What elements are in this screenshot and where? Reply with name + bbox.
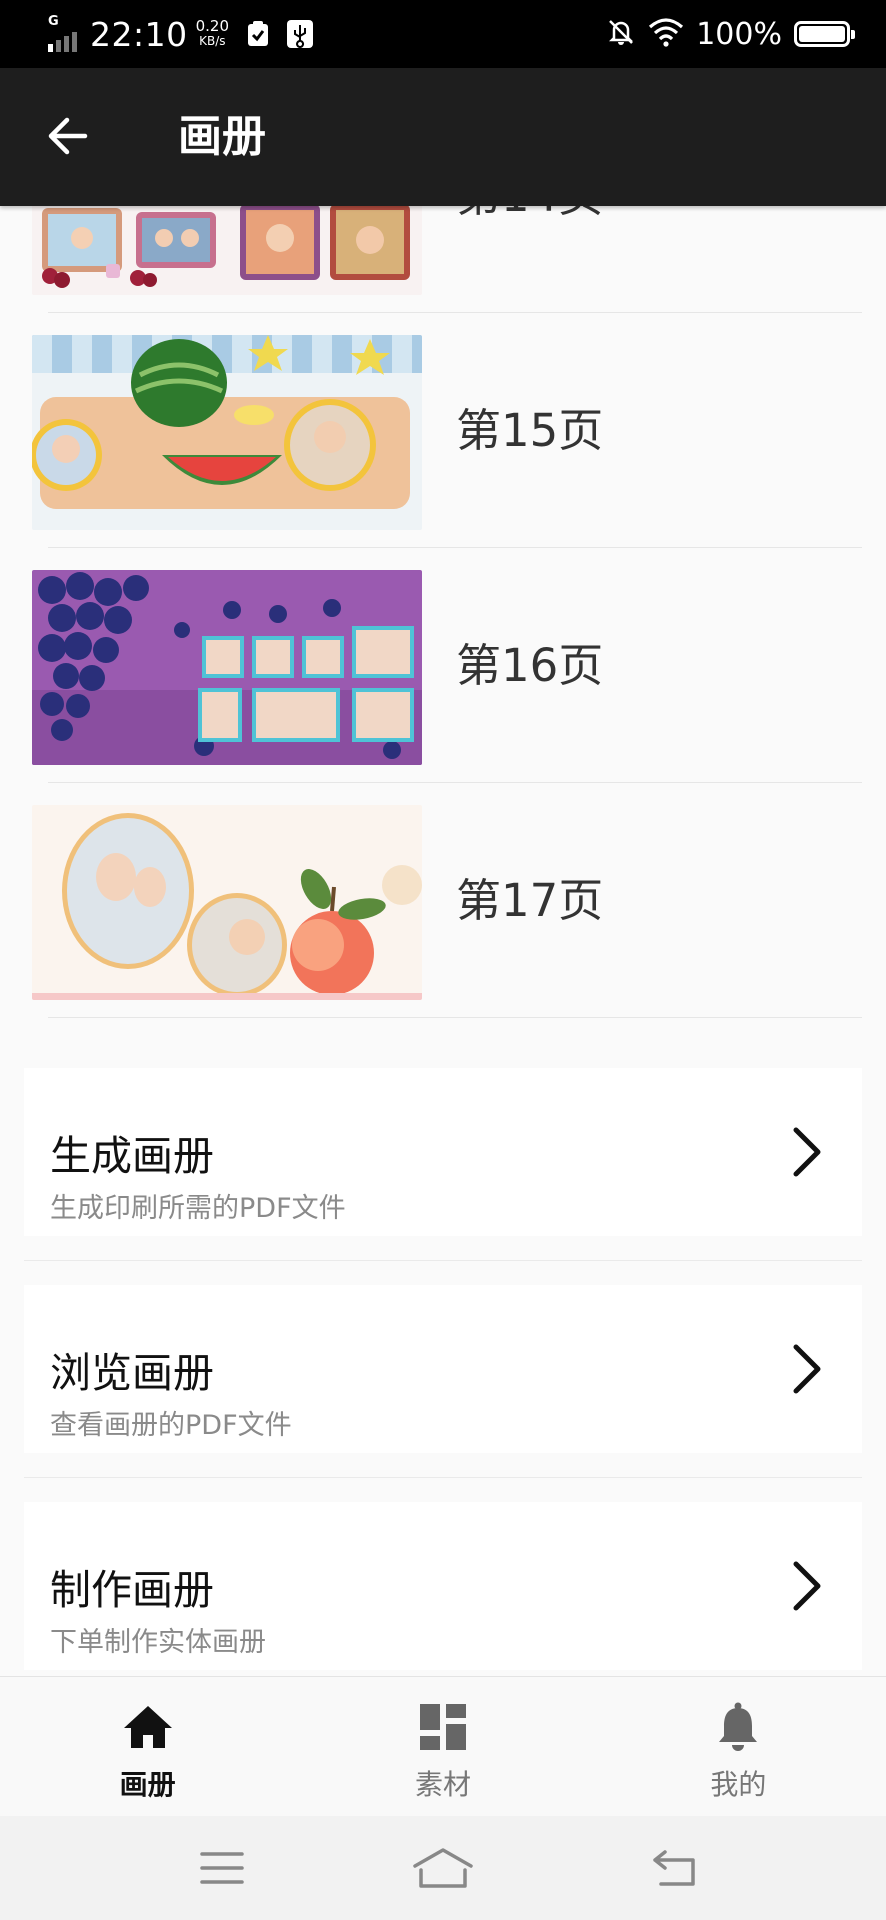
page-item[interactable]: 第15页 — [0, 313, 886, 548]
generate-album-button[interactable]: 生成画册 生成印刷所需的PDF文件 — [24, 1068, 862, 1236]
menu-button[interactable] — [177, 1838, 267, 1898]
bottom-nav: 画册 素材 我的 — [0, 1676, 886, 1816]
page-item[interactable]: 第16页 — [0, 548, 886, 783]
page-thumbnail — [32, 570, 422, 765]
divider — [48, 1017, 862, 1018]
network-type: G — [48, 14, 59, 29]
battery-icon — [794, 21, 855, 47]
back-button[interactable] — [34, 103, 100, 169]
nav-label: 我的 — [710, 1768, 767, 1801]
speed-unit: KB/s — [199, 34, 226, 48]
nav-album[interactable]: 画册 — [0, 1677, 295, 1816]
nav-label: 画册 — [119, 1768, 176, 1801]
make-album-button[interactable]: 制作画册 下单制作实体画册 — [24, 1502, 862, 1670]
status-bar: G 22:10 0.20 KB/s 100% — [0, 0, 886, 68]
battery-percent: 100% — [696, 16, 782, 52]
app-bar: 画册 — [0, 68, 886, 206]
nav-materials[interactable]: 素材 — [295, 1677, 590, 1816]
page-item[interactable]: 第17页 — [0, 783, 886, 1018]
network-speed: 0.20 KB/s — [196, 19, 229, 49]
divider — [24, 1236, 862, 1285]
browse-album-button[interactable]: 浏览画册 查看画册的PDF文件 — [24, 1285, 862, 1453]
home-outline-icon — [413, 1848, 473, 1888]
arrow-left-icon — [48, 117, 88, 155]
album-content[interactable]: 第14页 — [0, 206, 886, 1676]
mute-bell-icon — [606, 17, 636, 51]
menu-icon — [200, 1852, 244, 1884]
album-actions: 生成画册 生成印刷所需的PDF文件 浏览画册 查看画册的PDF文件 制作画册 下… — [0, 1068, 886, 1670]
clock: 22:10 — [90, 14, 188, 54]
page-list: 第14页 — [0, 206, 886, 1018]
divider — [24, 1453, 862, 1502]
action-subtitle: 下单制作实体画册 — [50, 1627, 266, 1658]
page-title: 画册 — [178, 111, 266, 162]
page-label: 第16页 — [456, 639, 604, 692]
action-title: 生成画册 — [50, 1132, 214, 1180]
action-subtitle: 生成印刷所需的PDF文件 — [50, 1193, 346, 1224]
chevron-right-icon — [793, 1344, 821, 1394]
dashboard-grid-icon — [415, 1701, 471, 1753]
page-label: 第17页 — [456, 874, 604, 927]
action-title: 浏览画册 — [50, 1349, 214, 1397]
home-button[interactable] — [398, 1838, 488, 1898]
bell-icon — [710, 1701, 766, 1753]
action-title: 制作画册 — [50, 1566, 214, 1614]
speed-value: 0.20 — [195, 17, 230, 35]
home-icon — [120, 1701, 176, 1753]
chevron-right-icon — [793, 1127, 821, 1177]
page-label: 第15页 — [456, 404, 604, 457]
wifi-icon — [648, 17, 684, 51]
clipboard-check-icon — [245, 20, 271, 48]
nav-label: 素材 — [414, 1768, 471, 1801]
nav-mine[interactable]: 我的 — [591, 1677, 886, 1816]
usb-debug-icon — [287, 20, 314, 48]
action-subtitle: 查看画册的PDF文件 — [50, 1410, 292, 1441]
page-thumbnail — [32, 805, 422, 1000]
page-thumbnail — [32, 206, 422, 295]
page-label: 第14页 — [456, 206, 603, 313]
back-system-button[interactable] — [630, 1838, 720, 1898]
signal-icon: G — [44, 12, 84, 56]
chevron-right-icon — [793, 1561, 821, 1611]
back-return-icon — [653, 1850, 695, 1886]
page-thumbnail — [32, 335, 422, 530]
system-nav-bar — [0, 1816, 886, 1920]
page-item[interactable]: 第14页 — [0, 206, 886, 313]
